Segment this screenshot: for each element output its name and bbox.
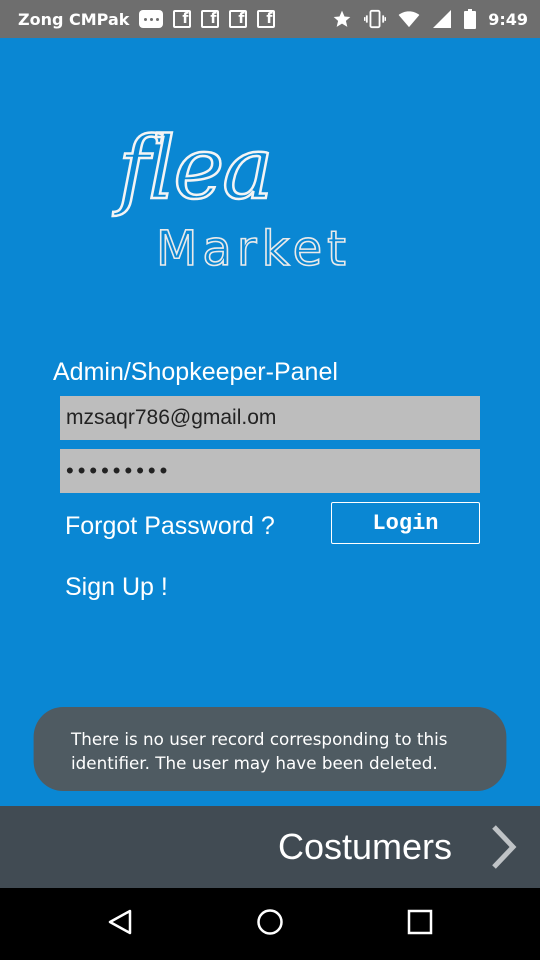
home-icon [256,908,284,941]
status-left: Zong CMPak f f f f [18,9,276,29]
status-right: 9:49 [332,9,528,29]
back-button[interactable] [80,888,160,960]
facebook-icon: f [201,10,220,28]
error-toast: There is no user record corresponding to… [33,707,507,791]
clock: 9:49 [488,9,528,29]
home-button[interactable] [230,888,310,960]
password-field[interactable] [60,449,480,493]
facebook-icon: f [257,10,276,28]
logo-text-market: Market [155,220,351,278]
customers-label: Costumers [277,826,452,867]
vibrate-icon [364,9,387,29]
star-icon [332,9,352,29]
status-bar: Zong CMPak f f f f 9:49 [0,0,540,38]
wifi-icon [398,10,420,28]
logo-text-flea: flea [117,118,275,221]
app-logo: flea Market [108,118,438,285]
signal-icon [432,10,452,28]
messages-icon [139,10,164,28]
panel-title: Admin/Shopkeeper-Panel [53,358,338,386]
email-field[interactable] [60,396,480,440]
facebook-icon: f [173,10,192,28]
back-icon [106,908,134,941]
customers-bar[interactable]: Costumers [0,806,540,888]
navigation-bar [0,888,540,960]
chevron-right-icon[interactable] [490,824,518,875]
battery-icon [464,9,477,29]
recents-button[interactable] [380,888,460,960]
recents-icon [407,909,433,940]
sign-up-link[interactable]: Sign Up ! [65,573,168,602]
carrier-name: Zong CMPak [18,9,130,29]
forgot-password-link[interactable]: Forgot Password ? [65,512,275,541]
login-button[interactable]: Login [331,502,480,544]
facebook-icon: f [229,10,248,28]
